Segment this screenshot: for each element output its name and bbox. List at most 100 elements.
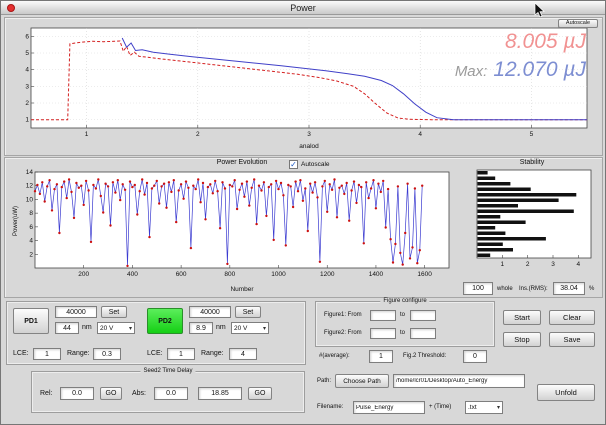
range1-field[interactable]	[93, 348, 121, 360]
rms-value-field[interactable]	[553, 282, 585, 295]
svg-text:5: 5	[25, 50, 29, 57]
stability-chart-title: Stability	[463, 159, 601, 166]
threshold-field[interactable]	[463, 350, 487, 363]
file-format-select[interactable]: .txt	[465, 401, 503, 414]
range1-label: Range:	[67, 350, 90, 357]
autoscale-checkbox-label: Autoscale	[301, 161, 330, 168]
svg-text:4: 4	[25, 67, 29, 74]
svg-text:200: 200	[78, 271, 89, 278]
rel-delay-field[interactable]	[60, 387, 94, 400]
filename-field[interactable]	[353, 401, 425, 414]
middle-chart-panel: Power Evolution Autoscale 20040060080010…	[4, 157, 603, 298]
rel-label: Rel:	[40, 390, 52, 397]
pd1-set-button[interactable]: Set	[101, 306, 127, 318]
svg-text:1400: 1400	[369, 271, 384, 278]
svg-text:800: 800	[224, 271, 235, 278]
clear-button[interactable]: Clear	[549, 310, 595, 325]
file-format-value: .txt	[468, 404, 477, 411]
pd-control-groupbox: PD1 Set nm 20 V PD2 Set nm 20 V LCE: Ran…	[6, 301, 306, 365]
svg-text:4: 4	[577, 261, 581, 268]
fig2-from-field[interactable]	[370, 328, 396, 339]
pd2-set-button[interactable]: Set	[235, 306, 261, 318]
titlebar[interactable]: Power	[1, 1, 605, 15]
seed2-delay-groupbox: Seed2 Time Delay Rel: GO Abs: GO	[31, 371, 305, 413]
threshold-label: Fig.2 Threshold:	[403, 353, 446, 359]
average-field[interactable]	[369, 350, 393, 363]
figure-configure-title: Figure configure	[380, 298, 429, 304]
start-button[interactable]: Start	[503, 310, 541, 325]
lce1-field[interactable]	[33, 348, 61, 360]
abs-go-button[interactable]: GO	[248, 387, 272, 400]
svg-text:4: 4	[418, 131, 422, 138]
fig2-to-field[interactable]	[410, 328, 436, 339]
average-label: #(average):	[319, 353, 350, 359]
rms-label: Ins.(RMS):	[519, 286, 548, 292]
range2-field[interactable]	[229, 348, 257, 360]
pd2-voltage-value: 20 V	[234, 325, 247, 332]
path-label: Path:	[317, 378, 331, 384]
figure-configure-groupbox: Figure configure Figure1: From to Figure…	[315, 301, 495, 347]
stability-plot: 1 2 3 4	[463, 166, 601, 278]
svg-text:6: 6	[25, 33, 29, 40]
lce2-field[interactable]	[167, 348, 195, 360]
svg-text:4: 4	[29, 238, 33, 245]
app-window: Power 12345123456 analod Autoscale 8.005…	[0, 0, 606, 425]
current-energy-readout: 8.005 µJ	[505, 30, 586, 54]
pd1-gain-field[interactable]	[55, 306, 97, 318]
svg-text:1: 1	[85, 131, 89, 138]
choose-path-button[interactable]: Choose Path	[335, 374, 389, 388]
pd2-wavelength-field[interactable]	[189, 322, 213, 334]
svg-text:1: 1	[25, 117, 29, 124]
svg-text:3: 3	[307, 131, 311, 138]
fig1-from-field[interactable]	[370, 310, 396, 321]
fig2-to-label: to	[400, 330, 405, 336]
stop-button[interactable]: Stop	[503, 332, 541, 347]
unfold-button[interactable]: Unfold	[537, 384, 595, 401]
rel-go-button[interactable]: GO	[100, 387, 122, 400]
pd1-voltage-value: 20 V	[100, 325, 113, 332]
filename-plus-label: + (Time)	[429, 404, 451, 410]
save-button[interactable]: Save	[549, 332, 595, 347]
top-chart-panel: 12345123456 analod Autoscale 8.005 µJ Ma…	[4, 17, 603, 156]
path-field[interactable]	[393, 374, 525, 388]
filename-label: Filename:	[317, 404, 343, 410]
fig2-from-label: Figure2: From	[324, 330, 362, 336]
svg-text:2: 2	[196, 131, 200, 138]
autoscale-top-button[interactable]: Autoscale	[558, 19, 598, 28]
svg-text:1600: 1600	[417, 271, 432, 278]
svg-text:3: 3	[551, 261, 555, 268]
lce2-label: LCE:	[147, 350, 163, 357]
svg-text:1: 1	[501, 261, 505, 268]
pd1-wavelength-field[interactable]	[55, 322, 79, 334]
pd2-voltage-select[interactable]: 20 V	[231, 322, 269, 334]
fig1-to-field[interactable]	[410, 310, 436, 321]
main-xaxis-label: analod	[31, 143, 587, 150]
fig1-from-label: Figure1: From	[324, 312, 362, 318]
pd1-nm-label: nm	[82, 324, 92, 331]
abs-label: Abs:	[132, 390, 146, 397]
svg-text:14: 14	[26, 169, 34, 176]
svg-text:5: 5	[530, 131, 534, 138]
pd2-nm-label: nm	[216, 324, 226, 331]
power-evolution-plot: 20040060080010001200140016002468101214	[5, 166, 457, 296]
pd1-voltage-select[interactable]: 20 V	[97, 322, 135, 334]
svg-text:1000: 1000	[271, 271, 286, 278]
svg-text:600: 600	[176, 271, 187, 278]
sample-count-field[interactable]	[463, 282, 493, 295]
record-indicator-icon	[7, 4, 15, 12]
svg-text:2: 2	[526, 261, 530, 268]
current-delay-field[interactable]	[198, 387, 242, 400]
abs-delay-field[interactable]	[154, 387, 188, 400]
svg-text:1200: 1200	[320, 271, 335, 278]
pd1-button[interactable]: PD1	[13, 308, 49, 334]
svg-text:10: 10	[26, 196, 34, 203]
svg-text:12: 12	[26, 183, 34, 190]
evolution-xaxis-label: Number	[35, 286, 449, 293]
pd2-gain-field[interactable]	[189, 306, 231, 318]
autoscale-checkbox[interactable]	[289, 160, 298, 169]
pd2-button[interactable]: PD2	[147, 308, 183, 334]
seed2-delay-title: Seed2 Time Delay	[140, 368, 195, 374]
svg-text:8: 8	[29, 210, 33, 217]
evolution-chart-title: Power Evolution	[35, 159, 449, 166]
lce1-label: LCE:	[13, 350, 29, 357]
